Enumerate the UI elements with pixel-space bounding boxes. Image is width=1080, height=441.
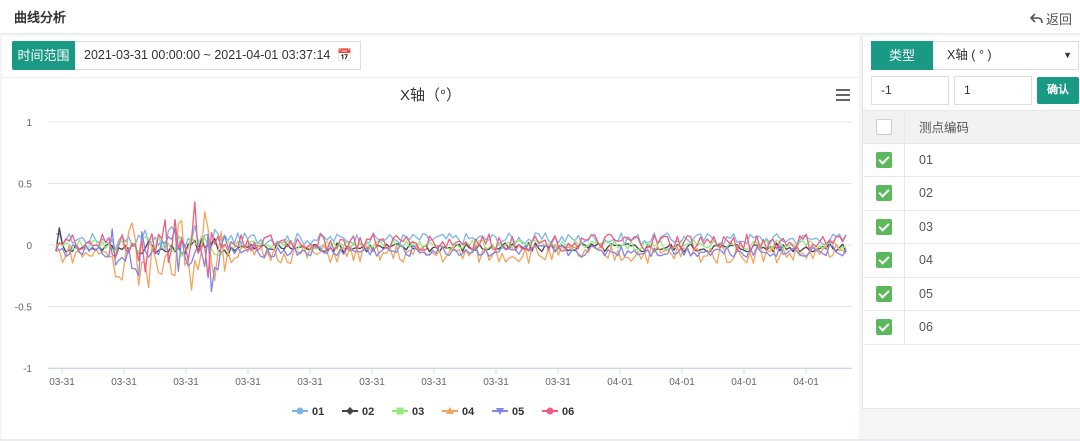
legend-label-02: 02 [362,406,374,418]
select-all-checkbox[interactable] [875,118,892,135]
row-code: 03 [919,219,933,234]
legend-label-06: 06 [562,406,574,418]
x-tick-label: 03-31 [545,377,571,388]
column-header-code: 测点编码 [919,121,970,136]
legend-marker [396,407,404,415]
page-title: 曲线分析 [14,10,67,25]
x-tick-label: 04-01 [793,377,819,388]
x-tick-label: 03-31 [49,377,75,388]
back-button[interactable]: 返回 [1029,9,1072,28]
x-tick-label: 03-31 [235,377,261,388]
row-checkbox[interactable] [875,218,892,235]
x-tick-label: 03-31 [359,377,385,388]
row-checkbox[interactable] [875,151,892,168]
legend-label-05: 05 [512,406,524,418]
row-code: 05 [919,286,933,301]
x-tick-label: 04-01 [731,377,757,388]
row-checkbox[interactable] [875,252,892,269]
row-code: 06 [919,320,933,335]
x-tick-label: 03-31 [111,377,137,388]
x-tick-label: 03-31 [421,377,447,388]
x-tick-label: 03-31 [173,377,199,388]
table-row[interactable]: 03 [863,210,1080,244]
y-tick-label: 0.5 [18,180,32,191]
table-row[interactable]: 01 [863,143,1080,177]
series-line-06 [55,201,847,279]
x-tick-label: 04-01 [669,377,695,388]
confirm-button[interactable]: 确认 [1037,77,1079,104]
y-tick-label: -1 [23,364,32,375]
x-tick-label: 03-31 [297,377,323,388]
legend-label-04: 04 [462,406,475,418]
max-value-input[interactable]: 1 [954,76,1032,105]
row-code: 02 [919,186,933,201]
table-row[interactable]: 06 [863,311,1080,345]
back-label: 返回 [1045,12,1072,27]
row-checkbox[interactable] [875,185,892,202]
y-tick-label: -0.5 [15,303,33,314]
table-row[interactable]: 02 [863,177,1080,211]
table-row[interactable]: 04 [863,244,1080,278]
legend-marker [346,407,354,415]
chart-panel: 时间范围 2021-03-31 00:00:00 ~ 2021-04-01 03… [2,36,859,439]
line-chart: 1 0.5 0 -0.5 -1 03-31 03-31 03-31 03-31 03-31 03-3… [15,118,852,418]
min-value-input[interactable]: -1 [871,76,949,105]
series-line-05 [55,227,847,293]
x-tick-label: 03-31 [483,377,509,388]
y-tick-label: 1 [26,118,32,129]
table-header-row: 测点编码 [863,110,1080,144]
point-code-table: 测点编码 01 02 03 04 05 06 [863,110,1080,345]
type-select[interactable]: X轴 ( ° ) ▼ [933,41,1079,70]
row-checkbox[interactable] [875,285,892,302]
legend-marker [546,407,554,415]
y-tick-label: 0 [26,241,32,252]
caret-down-icon: ▼ [1063,50,1072,60]
row-code: 01 [919,152,933,167]
legend-marker [296,407,304,415]
table-row[interactable]: 05 [863,277,1080,311]
type-select-value: X轴 ( ° ) [947,48,992,62]
x-tick-label: 04-01 [607,377,633,388]
back-arrow-icon [1029,13,1043,24]
type-label: 类型 [871,41,933,70]
legend-label-01: 01 [312,406,324,418]
legend-label-03: 03 [412,406,424,418]
side-panel: 类型 X轴 ( ° ) ▼ -1 1 确认 测点编码 01 02 03 04 05 06 [862,36,1080,409]
page-header: 曲线分析 返回 [0,0,1080,34]
row-code: 04 [919,253,933,268]
row-checkbox[interactable] [875,319,892,336]
